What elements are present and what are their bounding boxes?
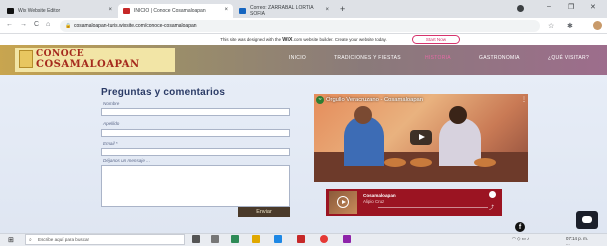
- mini-player-subtitle: Alipio Cruz: [363, 199, 385, 204]
- close-window-button[interactable]: ✕: [590, 3, 596, 11]
- video-person-right-head: [449, 106, 467, 124]
- mini-player-waveform[interactable]: [378, 207, 488, 208]
- app-icon[interactable]: [343, 235, 351, 243]
- soundcloud-icon[interactable]: [489, 191, 496, 198]
- maximize-button[interactable]: ❐: [568, 3, 574, 11]
- chat-icon[interactable]: [576, 211, 598, 229]
- surname-field[interactable]: [101, 129, 290, 137]
- video-menu-icon[interactable]: ⋮: [521, 96, 527, 103]
- channel-avatar[interactable]: TV: [316, 96, 324, 104]
- wix-icon: [7, 8, 14, 14]
- logo-emblem-icon: [19, 50, 33, 68]
- nav-inicio[interactable]: INICIO: [289, 55, 306, 61]
- tab-label: Wix Website Editor: [18, 8, 61, 14]
- wix-banner: This site was designed with the WiX.com …: [0, 34, 607, 45]
- close-tab-icon[interactable]: ×: [325, 7, 329, 13]
- word-icon[interactable]: [297, 235, 305, 243]
- tab-wix-editor[interactable]: Wix Website Editor ×: [2, 4, 117, 18]
- tab-correo[interactable]: Correo: ZARRABAL LORTIA SOFIA ×: [234, 4, 334, 18]
- outlook-icon: [239, 8, 246, 14]
- back-icon[interactable]: ←: [6, 21, 13, 28]
- tab-label: INICIO | Conoce Cosamaloapan: [134, 8, 206, 14]
- close-tab-icon[interactable]: ×: [108, 7, 112, 13]
- logo-line-1: CONOCE: [36, 49, 85, 59]
- wix-banner-text-after: .com website builder. Create your websit…: [292, 37, 387, 42]
- lock-icon: 🔒: [65, 23, 72, 29]
- video-title[interactable]: Orgullo Veracruzano - Cosamaloapan: [326, 97, 423, 103]
- email-field[interactable]: [101, 148, 290, 156]
- video-food: [384, 158, 406, 167]
- video-person-left-head: [354, 106, 372, 124]
- form-title: Preguntas y comentarios: [101, 87, 226, 98]
- submit-button[interactable]: Enviar: [238, 207, 290, 217]
- email-label: Email *: [103, 141, 118, 146]
- message-label: Déjanos un mensaje ...: [103, 158, 150, 163]
- taskbar-search-placeholder: Escribe aquí para buscar: [38, 237, 90, 242]
- video-food: [410, 158, 432, 167]
- logo-line-2: COSAMALOAPAN: [36, 59, 140, 70]
- taskbar-search-input[interactable]: ⌕ Escribe aquí para buscar: [25, 234, 185, 245]
- search-icon: ⌕: [29, 237, 32, 243]
- calculator-icon[interactable]: [211, 235, 219, 243]
- surname-label: Apellido: [103, 121, 120, 126]
- nav-tradiciones[interactable]: TRADICIONES Y FIESTAS: [334, 55, 401, 61]
- site-icon: [123, 8, 130, 14]
- mini-player-title: Cosamaloapan: [363, 193, 396, 198]
- close-tab-icon[interactable]: ×: [224, 7, 228, 13]
- video-player[interactable]: [314, 94, 528, 182]
- minimize-button[interactable]: –: [547, 3, 551, 10]
- star-icon[interactable]: ☆: [548, 22, 554, 30]
- reload-icon[interactable]: C: [34, 21, 39, 28]
- nav-que-visitar[interactable]: ¿QUÉ VISITAR?: [548, 55, 589, 61]
- nav-historia[interactable]: HISTORIA: [425, 55, 451, 61]
- address-bar-row: ← → C ⌂ 🔒 cosamaloapan-turis.wixsite.com…: [0, 18, 607, 34]
- url-field[interactable]: 🔒 cosamaloapan-turis.wixsite.com/conoce-…: [60, 20, 540, 32]
- mini-play-icon[interactable]: [337, 196, 349, 208]
- store-icon[interactable]: [231, 235, 239, 243]
- tray-icons[interactable]: ◠ ◇ ▭ ♪: [512, 236, 529, 242]
- extensions-icon[interactable]: ✱: [567, 22, 573, 30]
- wix-logo: WiX: [282, 37, 293, 43]
- facebook-icon[interactable]: f: [515, 222, 525, 232]
- video-person-right: [439, 118, 481, 166]
- avatar[interactable]: [593, 21, 602, 30]
- url-text: cosamaloapan-turis.wixsite.com/conoce-co…: [74, 23, 197, 29]
- forward-icon[interactable]: →: [20, 21, 27, 28]
- task-view-icon[interactable]: [192, 235, 200, 243]
- file-explorer-icon[interactable]: [252, 235, 260, 243]
- profile-indicator-icon[interactable]: [517, 5, 524, 12]
- tab-label: Correo: ZARRABAL LORTIA SOFIA: [250, 5, 314, 17]
- name-field[interactable]: [101, 108, 290, 116]
- message-field[interactable]: [101, 165, 290, 207]
- mail-icon[interactable]: [274, 235, 282, 243]
- share-icon[interactable]: ⤴: [489, 204, 494, 211]
- name-label: Nombre: [103, 101, 120, 106]
- home-icon[interactable]: ⌂: [46, 21, 50, 28]
- video-food: [474, 158, 496, 167]
- chrome-icon[interactable]: [320, 235, 328, 243]
- nav-gastronomia[interactable]: GASTRONOMIA: [479, 55, 520, 61]
- play-icon[interactable]: [410, 130, 432, 145]
- start-now-button[interactable]: Start Now: [412, 35, 460, 44]
- tab-inicio[interactable]: INICIO | Conoce Cosamaloapan ×: [118, 4, 233, 18]
- date[interactable]: ...: [566, 241, 570, 246]
- wix-banner-text-before: This site was designed with the: [220, 37, 283, 42]
- windows-start-icon[interactable]: ⊞: [8, 236, 14, 244]
- new-tab-button[interactable]: +: [340, 4, 345, 14]
